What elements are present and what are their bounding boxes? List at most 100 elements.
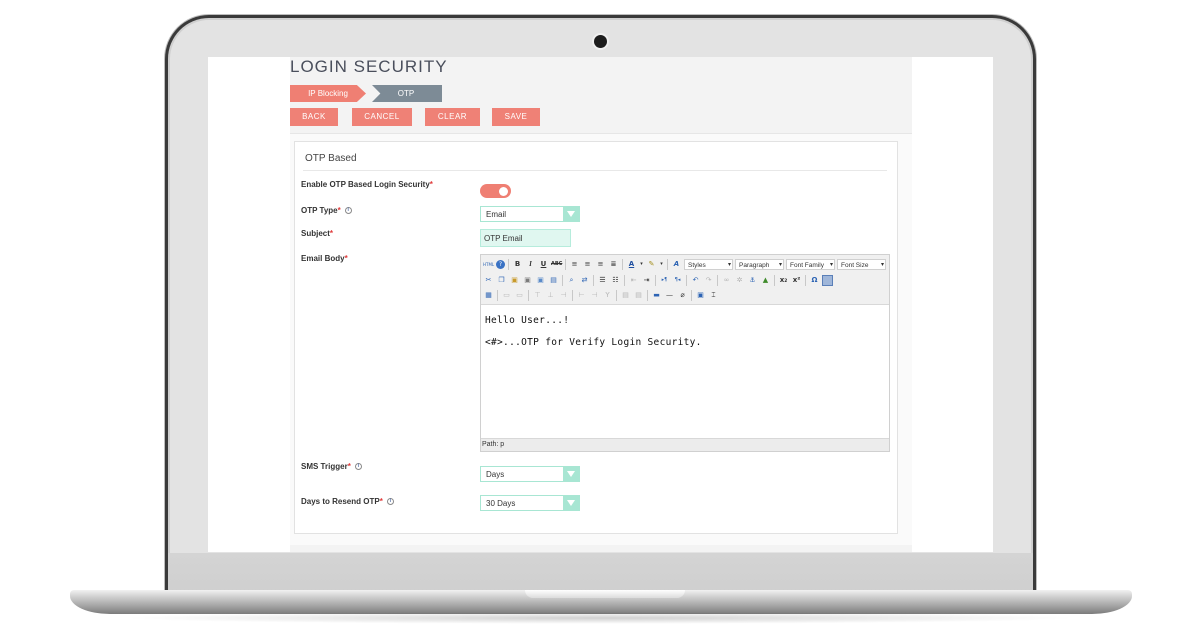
copy-icon[interactable]: ❐ — [496, 275, 507, 286]
help-icon[interactable]: ? — [496, 259, 505, 269]
otp-type-label-text: OTP Type — [301, 206, 338, 215]
cell-props-icon[interactable]: ▭ — [514, 290, 525, 301]
paragraph-dropdown[interactable]: Paragraph — [735, 258, 784, 271]
ltr-icon[interactable]: ▸¶ — [659, 275, 670, 286]
info-icon[interactable]: i — [344, 207, 352, 215]
step-ip-blocking[interactable]: IP Blocking — [290, 85, 366, 102]
enable-otp-label-text: Enable OTP Based Login Security — [301, 180, 430, 189]
special-char-icon[interactable]: Ω — [809, 275, 820, 286]
link-icon[interactable]: ∞ — [721, 275, 732, 286]
delete-row-icon[interactable]: ⊣ — [558, 290, 569, 301]
insert-col-before-icon[interactable]: ⊢ — [576, 290, 587, 301]
insert-row-after-icon[interactable]: ⊥ — [545, 290, 556, 301]
outdent-icon[interactable]: ⇤ — [628, 275, 639, 286]
underline-icon[interactable]: U — [538, 259, 549, 270]
italic-icon[interactable]: I — [525, 259, 536, 270]
email-body-label-text: Email Body — [301, 254, 345, 263]
split-cells-icon[interactable]: ▤ — [620, 290, 631, 301]
bullet-list-icon[interactable]: ☰ — [597, 275, 608, 286]
toolbar-separator — [565, 258, 566, 270]
action-bar: BACK CANCEL CLEAR SAVE — [290, 108, 540, 126]
select-all-icon[interactable]: ▤ — [548, 275, 559, 286]
laptop-notch — [525, 590, 685, 598]
chevron-down-icon[interactable] — [563, 207, 579, 221]
cancel-button[interactable]: CANCEL — [352, 108, 412, 126]
otp-type-label: OTP Type* i — [301, 206, 352, 215]
info-icon[interactable]: i — [354, 463, 362, 471]
subscript-icon[interactable]: x₂ — [778, 275, 789, 286]
visual-aid-icon[interactable] — [822, 274, 833, 286]
remove-format-icon[interactable]: ⌀ — [677, 290, 688, 301]
clear-button[interactable]: CLEAR — [425, 108, 480, 126]
numbered-list-icon[interactable]: ☷ — [610, 275, 621, 286]
toolbar-separator — [616, 289, 617, 301]
step-otp-based[interactable]: OTP Based — [372, 85, 442, 102]
bold-icon[interactable]: B — [512, 259, 523, 270]
days-to-resend-select[interactable]: 30 Days — [480, 495, 580, 511]
font-color-dropdown-icon[interactable]: ▾ — [639, 259, 644, 270]
save-button[interactable]: SAVE — [492, 108, 540, 126]
paste-word-icon[interactable]: ▣ — [535, 275, 546, 286]
cut-icon[interactable]: ✂ — [483, 275, 494, 286]
login-security-page: LOGIN SECURITY IP Blocking OTP Based BAC… — [290, 57, 912, 552]
align-justify-icon[interactable]: ≣ — [608, 259, 619, 270]
replace-icon[interactable]: ⇄ — [579, 275, 590, 286]
find-icon[interactable]: ⌕ — [566, 275, 577, 286]
laptop-shadow — [120, 612, 1080, 624]
font-family-dropdown[interactable]: Font Family — [786, 258, 835, 271]
superscript-icon[interactable]: x² — [791, 275, 802, 286]
merge-cells-icon[interactable]: ▤ — [633, 290, 644, 301]
insert-row-before-icon[interactable]: ⊤ — [532, 290, 543, 301]
panel-title: OTP Based — [305, 153, 357, 164]
chevron-down-icon[interactable] — [563, 467, 579, 481]
email-body-line: Hello User...! — [485, 315, 570, 326]
image-icon[interactable]: ▲ — [760, 275, 771, 286]
info-icon[interactable]: i — [386, 498, 394, 506]
unlink-icon[interactable]: ✲ — [734, 275, 745, 286]
delete-col-icon[interactable]: Y — [602, 290, 613, 301]
styles-icon[interactable]: A — [671, 259, 682, 270]
rtl-icon[interactable]: ¶◂ — [672, 275, 683, 286]
toolbar-separator — [622, 258, 623, 270]
email-body-content[interactable]: Hello User...! <#>...OTP for Verify Logi… — [481, 306, 889, 438]
strikethrough-icon[interactable]: ABC — [551, 259, 562, 270]
email-body-line: <#>...OTP for Verify Login Security. — [485, 337, 702, 348]
back-button[interactable]: BACK — [290, 108, 338, 126]
insert-col-after-icon[interactable]: ⊣ — [589, 290, 600, 301]
indent-icon[interactable]: ⇥ — [641, 275, 652, 286]
table-props-icon[interactable]: ▭ — [501, 290, 512, 301]
insert-date-icon[interactable]: ▣ — [695, 290, 706, 301]
line-icon[interactable]: — — [664, 290, 675, 301]
sms-trigger-select[interactable]: Days — [480, 466, 580, 482]
highlight-color-icon[interactable]: ✎ — [646, 259, 657, 270]
align-center-icon[interactable]: ≡ — [582, 259, 593, 270]
otp-type-value: Email — [486, 210, 507, 219]
page-title: LOGIN SECURITY — [290, 57, 448, 76]
email-body-editor: HTML ? B I U ABC ≡ ≡ ≡ ≣ A ▾ ✎ ▾ A Style… — [480, 254, 890, 452]
highlight-dropdown-icon[interactable]: ▾ — [659, 259, 664, 270]
styles-dropdown[interactable]: Styles — [684, 258, 733, 271]
font-color-icon[interactable]: A — [626, 259, 637, 270]
html-source-icon[interactable]: HTML — [483, 259, 494, 270]
form-container: OTP Based Enable OTP Based Login Securit… — [290, 133, 912, 545]
subject-label: Subject* — [301, 229, 333, 238]
align-left-icon[interactable]: ≡ — [569, 259, 580, 270]
anchor-icon[interactable]: ⚓ — [747, 275, 758, 286]
paste-text-icon[interactable]: ▣ — [522, 275, 533, 286]
paste-icon[interactable]: ▣ — [509, 275, 520, 286]
horizontal-rule-icon[interactable]: ▬ — [651, 290, 662, 301]
insert-table-icon[interactable]: ▦ — [483, 290, 494, 301]
redo-icon[interactable]: ↷ — [703, 275, 714, 286]
subject-input[interactable] — [480, 229, 571, 247]
chevron-down-icon[interactable] — [563, 496, 579, 510]
required-marker: * — [344, 254, 348, 263]
enable-otp-toggle[interactable] — [480, 184, 511, 198]
toolbar-separator — [655, 274, 656, 286]
otp-type-select[interactable]: Email — [480, 206, 580, 222]
enable-otp-label: Enable OTP Based Login Security* — [301, 180, 433, 189]
page-break-icon[interactable]: ⌶ — [708, 290, 719, 301]
toolbar-separator — [805, 274, 806, 286]
align-right-icon[interactable]: ≡ — [595, 259, 606, 270]
font-size-dropdown[interactable]: Font Size — [837, 258, 886, 271]
undo-icon[interactable]: ↶ — [690, 275, 701, 286]
